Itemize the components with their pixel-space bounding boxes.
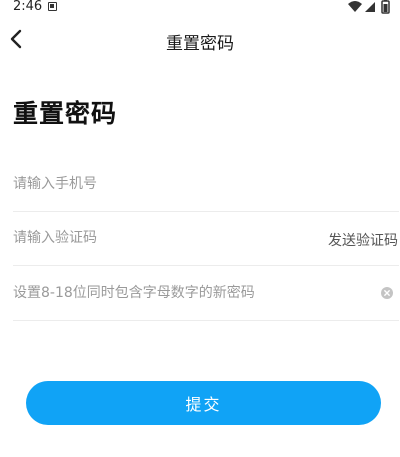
page-heading: 重置密码 [13,99,118,128]
system-tray-icons [348,0,390,14]
status-bar: 2:46 [0,0,400,16]
cell-signal-icon [365,2,375,12]
nav-bar: 重置密码 [0,22,400,58]
wifi-icon [348,1,362,12]
phone-input[interactable] [13,158,303,210]
nav-title: 重置密码 [166,34,234,54]
phone-row [13,158,399,212]
verification-code-row: 发送验证码 [13,212,399,266]
verification-code-input[interactable] [13,212,303,264]
notification-icon [48,2,57,11]
status-time: 2:46 [13,0,43,14]
battery-icon [381,0,390,14]
status-icons [348,0,392,14]
clear-input-icon[interactable] [381,287,393,299]
close-circle-icon [381,287,393,299]
send-code-button[interactable]: 发送验证码 [328,230,398,250]
reset-password-screen: 2:46 重置密码 重置密码 请输入手机号 请输入验证码 发送验证码 提交 [0,0,400,457]
new-password-input[interactable] [13,267,303,319]
new-password-row [13,267,399,321]
submit-button[interactable]: 提交 [26,381,381,425]
